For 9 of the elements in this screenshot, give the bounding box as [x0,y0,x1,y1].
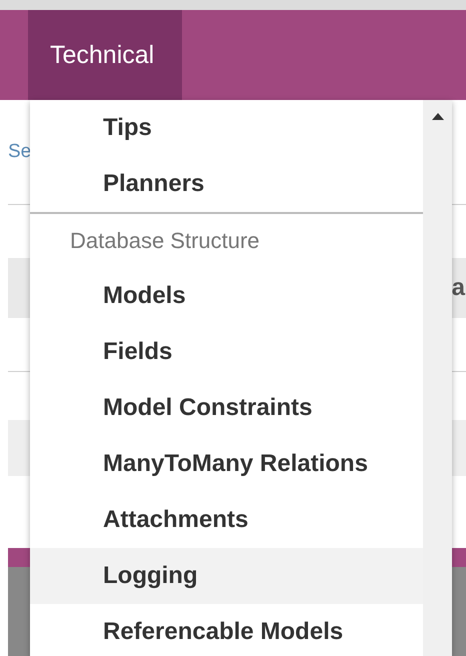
scroll-up-icon[interactable] [432,113,444,120]
menu-item[interactable]: Tips [30,100,423,156]
menu-item[interactable]: Logging [30,548,423,604]
menu-tab[interactable]: Technical [28,10,182,100]
search-text: Se [8,141,32,163]
scrollbar[interactable] [423,100,452,656]
menu-section-header: Database Structure [69,227,261,255]
menu-item[interactable]: Referencable Models [30,604,423,656]
column-header: a [452,274,465,302]
